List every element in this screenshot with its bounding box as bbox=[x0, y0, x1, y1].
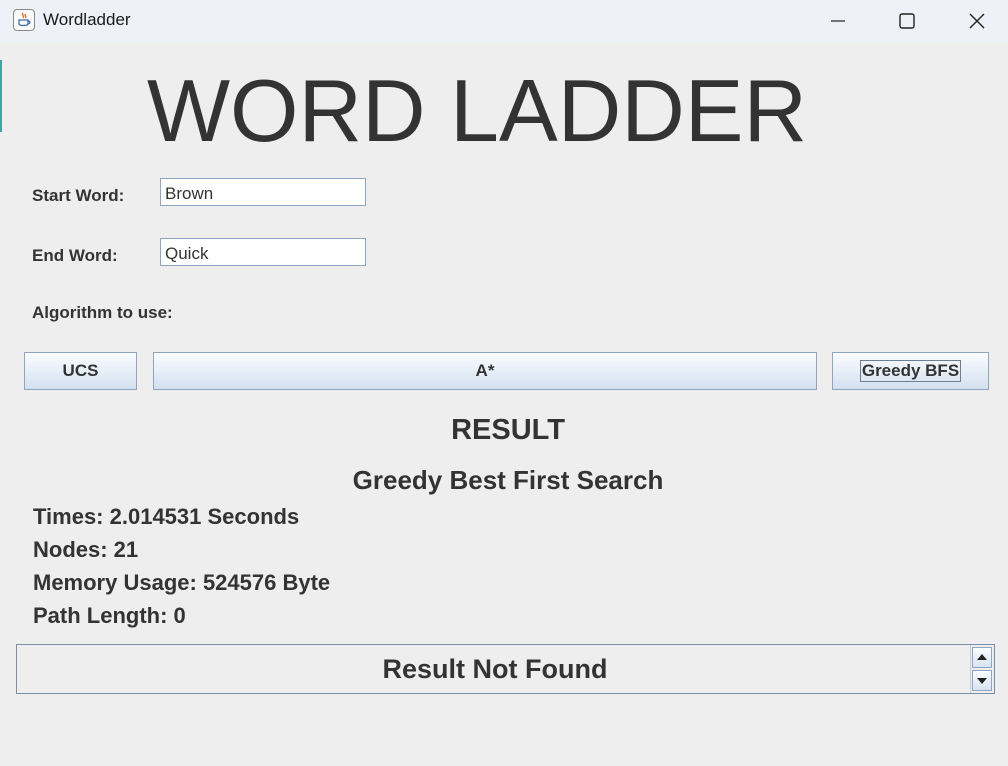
stat-path-length: Path Length: 0 bbox=[33, 603, 186, 628]
end-word-label: End Word: bbox=[32, 246, 118, 265]
window-edge-accent bbox=[0, 60, 2, 132]
stat-nodes: Nodes: 21 bbox=[33, 537, 139, 562]
end-word-input[interactable] bbox=[160, 238, 366, 266]
stat-memory: Memory Usage: 524576 Byte bbox=[33, 570, 331, 595]
algorithm-name: Greedy Best First Search bbox=[352, 465, 664, 495]
title-bar: Wordladder bbox=[0, 0, 1008, 42]
astar-button[interactable]: A* bbox=[153, 352, 817, 390]
close-icon bbox=[969, 13, 985, 29]
astar-button-label: A* bbox=[475, 361, 495, 380]
scroll-up-button[interactable] bbox=[972, 647, 992, 668]
minimize-icon bbox=[831, 20, 845, 22]
scroll-down-button[interactable] bbox=[972, 670, 992, 691]
result-heading: RESULT bbox=[451, 414, 565, 446]
window-title: Wordladder bbox=[43, 10, 131, 29]
start-word-input[interactable] bbox=[160, 178, 366, 206]
greedy-bfs-button-label: Greedy BFS bbox=[859, 360, 962, 382]
maximize-button[interactable] bbox=[894, 8, 920, 34]
stat-time: Times: 2.014531 Seconds bbox=[33, 504, 300, 529]
arrow-down-icon bbox=[977, 678, 987, 684]
arrow-up-icon bbox=[977, 654, 987, 660]
greedy-bfs-button[interactable]: Greedy BFS bbox=[832, 352, 989, 390]
result-output-area[interactable]: Result Not Found bbox=[16, 644, 995, 694]
result-message: Result Not Found bbox=[382, 654, 608, 684]
ucs-button[interactable]: UCS bbox=[24, 352, 137, 390]
start-word-label: Start Word: bbox=[32, 186, 125, 205]
algorithm-label: Algorithm to use: bbox=[32, 303, 173, 322]
java-cup-icon bbox=[13, 9, 35, 31]
page-title: WORD LADDER bbox=[147, 61, 808, 160]
maximize-icon bbox=[899, 13, 915, 29]
vertical-scrollbar[interactable] bbox=[970, 645, 993, 693]
minimize-button[interactable] bbox=[825, 8, 851, 34]
close-button[interactable] bbox=[964, 8, 990, 34]
ucs-button-label: UCS bbox=[62, 361, 99, 380]
